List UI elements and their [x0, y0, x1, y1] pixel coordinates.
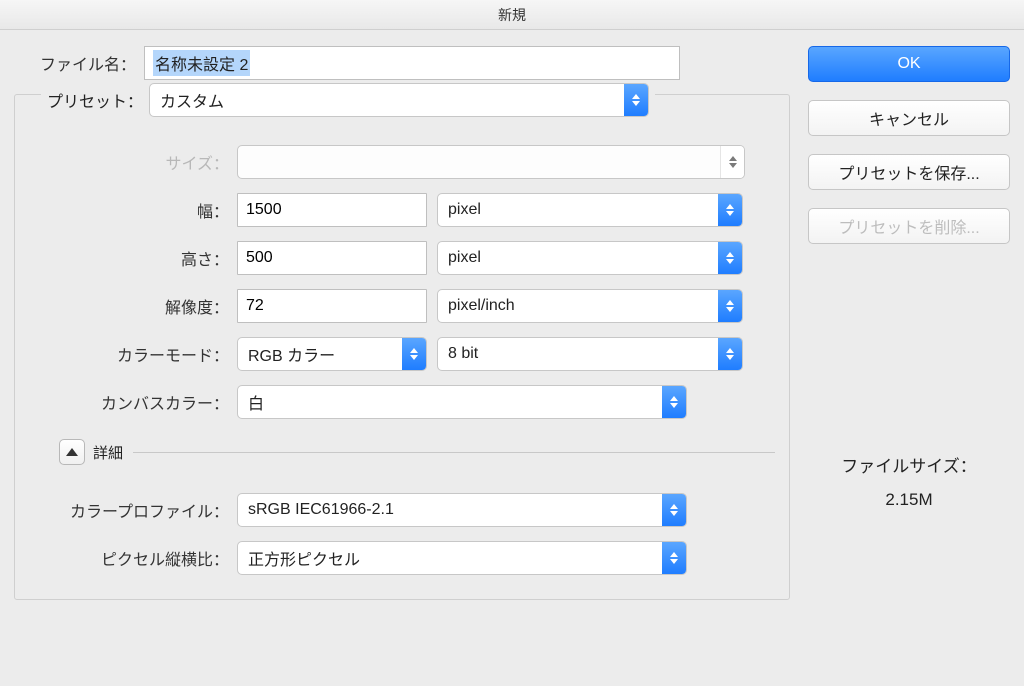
width-input[interactable]: [237, 193, 427, 227]
color-profile-value: sRGB IEC61966-2.1: [248, 501, 394, 519]
filename-row: ファイル名： 名称未設定 2: [14, 46, 790, 80]
filename-value: 名称未設定 2: [153, 50, 250, 76]
preset-select[interactable]: カスタム: [149, 83, 649, 117]
new-document-dialog: ファイル名： 名称未設定 2 プリセット： カスタム: [0, 30, 1024, 686]
updown-icon: [662, 386, 686, 418]
resolution-row: 解像度： pixel/inch: [19, 289, 775, 323]
height-label: 高さ：: [19, 246, 237, 270]
updown-icon: [662, 542, 686, 574]
preset-legend: プリセット： カスタム: [41, 83, 655, 117]
width-unit-value: pixel: [448, 201, 481, 219]
preset-fieldset: プリセット： カスタム サイズ：: [14, 94, 790, 600]
colormode-label: カラーモード：: [19, 342, 237, 366]
preset-value: カスタム: [160, 88, 224, 112]
height-input[interactable]: [237, 241, 427, 275]
colormode-select[interactable]: RGB カラー: [237, 337, 427, 371]
updown-icon: [624, 84, 648, 116]
pixel-aspect-value: 正方形ピクセル: [248, 546, 360, 570]
width-row: 幅： pixel: [19, 193, 775, 227]
form-area: ファイル名： 名称未設定 2 プリセット： カスタム: [14, 46, 790, 676]
triangle-up-icon: [66, 448, 78, 456]
canvas-color-label: カンバスカラー：: [19, 390, 237, 414]
width-label: 幅：: [19, 198, 237, 222]
button-column: OK キャンセル プリセットを保存... プリセットを削除... ファイルサイズ…: [790, 46, 1010, 676]
size-row: サイズ：: [19, 145, 775, 179]
colormode-value: RGB カラー: [248, 342, 335, 366]
size-select: [237, 145, 745, 179]
height-unit-value: pixel: [448, 249, 481, 267]
height-unit-select[interactable]: pixel: [437, 241, 743, 275]
disclosure-button[interactable]: [59, 439, 85, 465]
window-title: 新規: [0, 0, 1024, 30]
pixel-aspect-row: ピクセル縦横比： 正方形ピクセル: [19, 541, 775, 575]
color-profile-select[interactable]: sRGB IEC61966-2.1: [237, 493, 687, 527]
height-row: 高さ： pixel: [19, 241, 775, 275]
updown-icon: [718, 290, 742, 322]
pixel-aspect-label: ピクセル縦横比：: [19, 546, 237, 570]
color-profile-label: カラープロファイル：: [19, 498, 237, 522]
divider-line: [133, 452, 775, 453]
save-preset-button[interactable]: プリセットを保存...: [808, 154, 1010, 190]
filesize-label: ファイルサイズ：: [808, 451, 1010, 483]
filename-input[interactable]: 名称未設定 2: [144, 46, 680, 80]
resolution-input[interactable]: [237, 289, 427, 323]
updown-icon: [718, 338, 742, 370]
canvas-color-value: 白: [248, 390, 264, 414]
ok-button[interactable]: OK: [808, 46, 1010, 82]
bitdepth-value: 8 bit: [448, 345, 478, 363]
updown-icon: [662, 494, 686, 526]
pixel-aspect-select[interactable]: 正方形ピクセル: [237, 541, 687, 575]
preset-legend-text: プリセット：: [47, 88, 143, 112]
resolution-unit-value: pixel/inch: [448, 297, 515, 315]
size-label: サイズ：: [19, 150, 237, 174]
details-label: 詳細: [93, 442, 123, 463]
cancel-button[interactable]: キャンセル: [808, 100, 1010, 136]
updown-icon: [718, 242, 742, 274]
bitdepth-select[interactable]: 8 bit: [437, 337, 743, 371]
filesize-value: 2.15M: [808, 484, 1010, 516]
canvas-color-row: カンバスカラー： 白: [19, 385, 775, 419]
filesize-display: ファイルサイズ： 2.15M: [808, 451, 1010, 516]
width-unit-select[interactable]: pixel: [437, 193, 743, 227]
updown-icon: [402, 338, 426, 370]
filename-label: ファイル名：: [14, 51, 144, 75]
canvas-color-select[interactable]: 白: [237, 385, 687, 419]
resolution-unit-select[interactable]: pixel/inch: [437, 289, 743, 323]
updown-icon: [718, 194, 742, 226]
delete-preset-button: プリセットを削除...: [808, 208, 1010, 244]
colormode-row: カラーモード： RGB カラー 8 bit: [19, 337, 775, 371]
details-divider: 詳細: [59, 439, 775, 465]
resolution-label: 解像度：: [19, 294, 237, 318]
updown-icon: [720, 146, 744, 178]
color-profile-row: カラープロファイル： sRGB IEC61966-2.1: [19, 493, 775, 527]
